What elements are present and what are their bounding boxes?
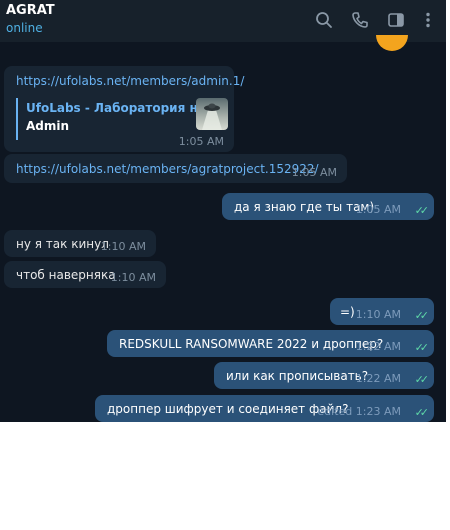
message-text: =): [340, 305, 355, 319]
message-text: или как прописывать?: [226, 369, 369, 383]
message-time: 1:22 AM: [355, 340, 401, 353]
message-incoming[interactable]: ну я так кинул 1:10 AM: [4, 230, 156, 257]
message-outgoing[interactable]: =) 1:10 AM ✓✓: [330, 298, 434, 325]
read-check-icon: ✓✓: [414, 204, 430, 217]
phone-icon[interactable]: [350, 10, 370, 30]
message-text: да я знаю где ты там): [234, 200, 375, 214]
message-text: дроппер шифрует и соединяет файл?: [107, 402, 349, 416]
telegram-window: AGRAT online https://ufolabs.net/members…: [0, 0, 446, 422]
avatar[interactable]: [376, 35, 408, 51]
read-check-icon: ✓✓: [414, 373, 430, 386]
message-time: edited 1:23 AM: [317, 405, 401, 418]
message-link[interactable]: https://ufolabs.net/members/admin.1/: [16, 74, 244, 88]
message-incoming[interactable]: https://ufolabs.net/members/agratproject…: [4, 154, 347, 183]
online-status: online: [6, 21, 43, 35]
message-link[interactable]: https://ufolabs.net/members/agratproject…: [16, 162, 319, 176]
message-incoming[interactable]: чтоб наверняка 1:10 AM: [4, 261, 166, 288]
message-time: 1:22 AM: [355, 372, 401, 385]
sidebar-toggle-icon[interactable]: [386, 10, 406, 30]
message-outgoing[interactable]: или как прописывать? 1:22 AM ✓✓: [214, 362, 434, 389]
message-outgoing[interactable]: дроппер шифрует и соединяет файл? edited…: [95, 395, 434, 422]
ufo-image-icon: [202, 103, 222, 130]
link-preview[interactable]: UfoLabs - Лаборатория нло Admin: [16, 98, 228, 140]
message-list[interactable]: https://ufolabs.net/members/admin.1/ Ufo…: [0, 35, 446, 422]
message-text: REDSKULL RANSOMWARE 2022 и дроппер?: [119, 337, 384, 351]
message-time: 1:10 AM: [110, 271, 156, 284]
read-check-icon: ✓✓: [414, 309, 430, 322]
preview-site-name: UfoLabs - Лаборатория нло: [26, 101, 215, 115]
message-outgoing[interactable]: да я знаю где ты там) 1:05 AM ✓✓: [222, 193, 434, 220]
message-text: чтоб наверняка: [16, 268, 116, 282]
message-time: 1:05 AM: [355, 203, 401, 216]
message-outgoing[interactable]: REDSKULL RANSOMWARE 2022 и дроппер? 1:22…: [107, 330, 434, 357]
message-incoming[interactable]: https://ufolabs.net/members/admin.1/ Ufo…: [4, 66, 244, 152]
message-time: 1:10 AM: [355, 308, 401, 321]
read-check-icon: ✓✓: [414, 406, 430, 419]
preview-title: Admin: [26, 119, 70, 133]
preview-thumbnail: [196, 98, 228, 130]
more-vertical-icon[interactable]: [418, 10, 438, 30]
message-time: 1:05 AM: [178, 135, 224, 148]
message-time: 1:10 AM: [100, 240, 146, 253]
read-check-icon: ✓✓: [414, 341, 430, 354]
chat-title[interactable]: AGRAT: [6, 3, 55, 18]
search-icon[interactable]: [314, 10, 334, 30]
message-text: ну я так кинул: [16, 237, 109, 251]
message-time: 1:05 AM: [291, 166, 337, 179]
